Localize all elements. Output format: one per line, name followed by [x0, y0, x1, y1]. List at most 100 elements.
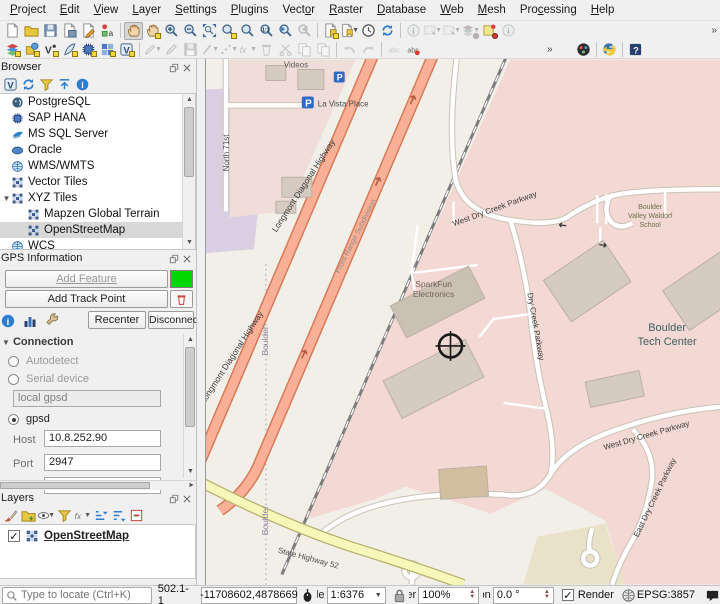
data-source-manager-button[interactable] [3, 40, 22, 58]
show-bookmarks-button[interactable]: ▼ [340, 22, 359, 40]
add-raster-layer-button[interactable] [22, 40, 41, 58]
browser-item-vector-tiles[interactable]: Vector Tiles [0, 174, 195, 190]
add-group-button[interactable] [19, 506, 37, 524]
magnifier-spinbox[interactable]: 100% ▲ ▼ [418, 586, 480, 604]
connection-group-header[interactable]: ▼ Connection [2, 336, 73, 348]
menu-vector[interactable]: Vector [275, 2, 322, 18]
new-temporary-scratch-layer-button[interactable] [117, 40, 136, 58]
scroll-up-icon[interactable]: ▲ [183, 94, 195, 106]
menu-plugins[interactable]: Plugins [224, 2, 276, 18]
edit-annotation-button[interactable] [480, 22, 499, 40]
toolbar-overflow-icon[interactable]: » [707, 25, 720, 36]
menu-mesh[interactable]: Mesh [471, 2, 513, 18]
browser-scrollbar[interactable]: ▲ ▼ [182, 94, 195, 249]
select-by-expression-button[interactable]: ▼ [461, 22, 480, 40]
chevron-down-icon[interactable]: ▼ [352, 27, 359, 34]
gps-toolbar-globe-button[interactable] [574, 40, 593, 58]
menu-processing[interactable]: Processing [513, 2, 584, 18]
render-checkbox[interactable]: ✓ [561, 589, 574, 602]
pan-to-selection-button[interactable] [143, 22, 162, 40]
undo-button[interactable] [340, 40, 359, 58]
expander-icon[interactable]: ▼ [2, 194, 11, 203]
layout-manager-button[interactable] [79, 22, 98, 40]
style-manager-button[interactable] [98, 22, 117, 40]
host-field[interactable]: 10.8.252.90 [44, 430, 161, 447]
pan-map-button[interactable] [124, 21, 143, 40]
new-virtual-layer-button[interactable] [98, 40, 117, 58]
coordinate-display[interactable]: -11708602,4878669 [200, 586, 298, 604]
new-spatialite-layer-button[interactable] [79, 40, 98, 58]
spin-down-icon[interactable]: ▼ [544, 594, 550, 600]
layers-close-button[interactable] [182, 493, 192, 509]
autodetect-radio[interactable] [8, 356, 19, 367]
gps-hscrollbar[interactable]: ► [0, 480, 196, 490]
layer-labeling-button[interactable] [385, 40, 404, 58]
temporal-controller-button[interactable] [359, 22, 378, 40]
port-field[interactable]: 2947 [44, 454, 161, 471]
filter-browser-button[interactable] [37, 75, 55, 93]
manage-map-themes-button[interactable]: ▼ [37, 506, 55, 524]
chevron-down-icon[interactable]: ▼ [84, 512, 91, 519]
layer-visibility-checkbox[interactable]: ✓ [8, 530, 20, 543]
chevron-down-icon[interactable]: ▼ [231, 46, 238, 53]
chevron-down-icon[interactable]: ▼ [155, 46, 162, 53]
layers-undock-button[interactable] [169, 493, 179, 509]
new-geopackage-layer-button[interactable] [60, 40, 79, 58]
menu-database[interactable]: Database [370, 2, 433, 18]
crs-status[interactable]: EPSG:3857 [637, 589, 695, 601]
gps-status-swatch[interactable] [170, 270, 193, 288]
serial-device-radio[interactable] [8, 374, 19, 385]
chevron-down-icon[interactable]: ▼ [48, 512, 55, 519]
menu-project[interactable]: Project [3, 2, 53, 18]
open-layer-styling-button[interactable] [1, 506, 19, 524]
scale-combo[interactable]: 1:6376 ▼ [326, 586, 386, 604]
mouse-position-icon[interactable] [300, 588, 315, 603]
menu-edit[interactable]: Edit [53, 2, 87, 18]
save-layer-edits-button[interactable] [181, 40, 200, 58]
browser-item-openstreetmap[interactable]: OpenStreetMap [0, 222, 195, 238]
browser-item-ms-sql-server[interactable]: MS SQL Server [0, 126, 195, 142]
crs-globe-icon[interactable] [621, 588, 636, 603]
spin-down-icon[interactable]: ▼ [469, 594, 475, 600]
select-features-button[interactable]: ▼ [423, 22, 442, 40]
browser-item-mapzen-global-terrain[interactable]: Mapzen Global Terrain [0, 206, 195, 222]
new-shapefile-layer-button[interactable] [41, 40, 60, 58]
vertex-tool-button[interactable]: ▼ [219, 40, 238, 58]
paste-features-button[interactable] [314, 40, 333, 58]
save-project-button[interactable] [41, 22, 60, 40]
menu-raster[interactable]: Raster [322, 2, 370, 18]
browser-item-sap-hana[interactable]: SAP HANA [0, 110, 195, 126]
locate-input[interactable] [21, 587, 156, 603]
messages-bubble-icon[interactable] [705, 588, 720, 603]
scroll-up-icon[interactable]: ▲ [184, 334, 196, 346]
toggle-editing-button[interactable] [162, 40, 181, 58]
zoom-to-layer-button[interactable] [238, 22, 257, 40]
rotation-spinbox[interactable]: 0.0 ° ▲ ▼ [492, 586, 554, 604]
browser-close-button[interactable] [182, 62, 192, 78]
menu-web[interactable]: Web [433, 2, 470, 18]
delete-selected-button[interactable] [257, 40, 276, 58]
zoom-in-button[interactable] [162, 22, 181, 40]
locator-bar[interactable] [2, 586, 156, 604]
chevron-down-icon[interactable]: ▼ [212, 46, 219, 53]
disconnect-button[interactable]: Disconnect [148, 311, 196, 329]
chevron-down-icon[interactable]: ▼ [454, 27, 461, 34]
layer-row-openstreetmap[interactable]: ✓ OpenStreetMap [0, 525, 195, 543]
gps-options-tab[interactable] [44, 313, 60, 329]
collapse-all-button[interactable] [55, 75, 73, 93]
remove-layer-button[interactable] [127, 506, 145, 524]
lock-scale-icon[interactable] [392, 588, 407, 603]
zoom-last-button[interactable] [276, 22, 295, 40]
modify-attributes-button[interactable]: ▼ [238, 40, 257, 58]
browser-item-xyz-tiles[interactable]: ▼ XYZ Tiles [0, 190, 195, 206]
map-canvas[interactable]: P P Videos North 71st La Vista Place Lon… [205, 59, 720, 585]
gps-scrollbar[interactable]: ▲ ▼ [183, 334, 196, 478]
serial-port-combo[interactable]: local gpsd [13, 390, 161, 407]
browser-item-wms-wmts[interactable]: WMS/WMTS [0, 158, 195, 174]
toolbar-overflow-icon[interactable]: » [543, 44, 556, 55]
new-project-button[interactable] [3, 22, 22, 40]
new-print-layout-button[interactable] [60, 22, 79, 40]
deselect-features-button[interactable]: ▼ [442, 22, 461, 40]
chevron-down-icon[interactable]: ▼ [435, 27, 442, 34]
scroll-down-icon[interactable]: ▼ [184, 466, 196, 478]
